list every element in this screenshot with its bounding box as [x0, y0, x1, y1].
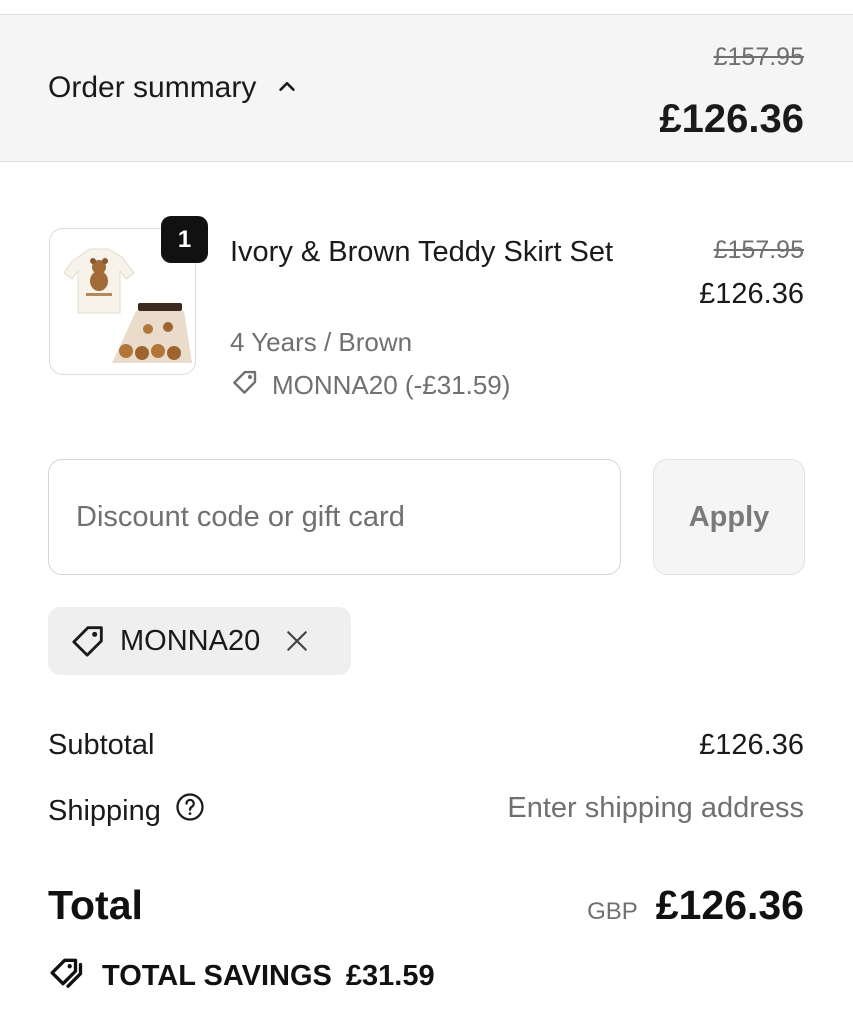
applied-discount-code: MONNA20 — [120, 624, 261, 657]
discount-code-input[interactable] — [48, 459, 621, 575]
total-savings-value: £31.59 — [345, 959, 435, 992]
product-discount-text: MONNA20 (-£31.59) — [272, 370, 511, 400]
product-name: Ivory & Brown Teddy Skirt Set — [230, 236, 614, 268]
shipping-value: Enter shipping address — [507, 792, 804, 824]
close-icon[interactable] — [284, 628, 310, 654]
total-savings-label: TOTAL SAVINGS — [102, 959, 332, 992]
total-amount: GBP £126.36 — [587, 882, 804, 929]
product-price: £126.36 — [699, 278, 804, 310]
shipping-row-label: Shipping — [48, 792, 205, 830]
total-savings: TOTAL SAVINGS £31.59 — [48, 952, 435, 1000]
tag-icon — [230, 367, 260, 404]
order-summary-page: Order summary £157.95 £126.36 1 Ivory & … — [0, 0, 853, 1024]
summary-original-total: £157.95 — [713, 43, 804, 71]
apply-button[interactable]: Apply — [653, 459, 805, 575]
question-circle-icon[interactable] — [175, 792, 205, 830]
product-discount-line: MONNA20 (-£31.59) — [230, 367, 510, 404]
shipping-label: Shipping — [48, 794, 161, 827]
order-summary-label: Order summary — [48, 71, 257, 104]
subtotal-label: Subtotal — [48, 729, 155, 761]
summary-discounted-total: £126.36 — [659, 97, 804, 141]
total-currency: GBP — [587, 898, 638, 925]
tags-icon — [48, 952, 88, 1000]
product-original-price: £157.95 — [713, 236, 804, 264]
chevron-up-icon — [276, 71, 298, 105]
product-variant: 4 Years / Brown — [230, 327, 413, 357]
total-value: £126.36 — [655, 882, 804, 928]
applied-discount-chip: MONNA20 — [48, 607, 351, 675]
total-label: Total — [48, 882, 143, 928]
quantity-badge: 1 — [161, 216, 208, 263]
subtotal-value: £126.36 — [699, 729, 804, 761]
order-summary-toggle[interactable]: Order summary — [48, 71, 298, 105]
tag-icon — [68, 621, 108, 661]
order-summary-bar: Order summary £157.95 £126.36 — [0, 14, 853, 162]
